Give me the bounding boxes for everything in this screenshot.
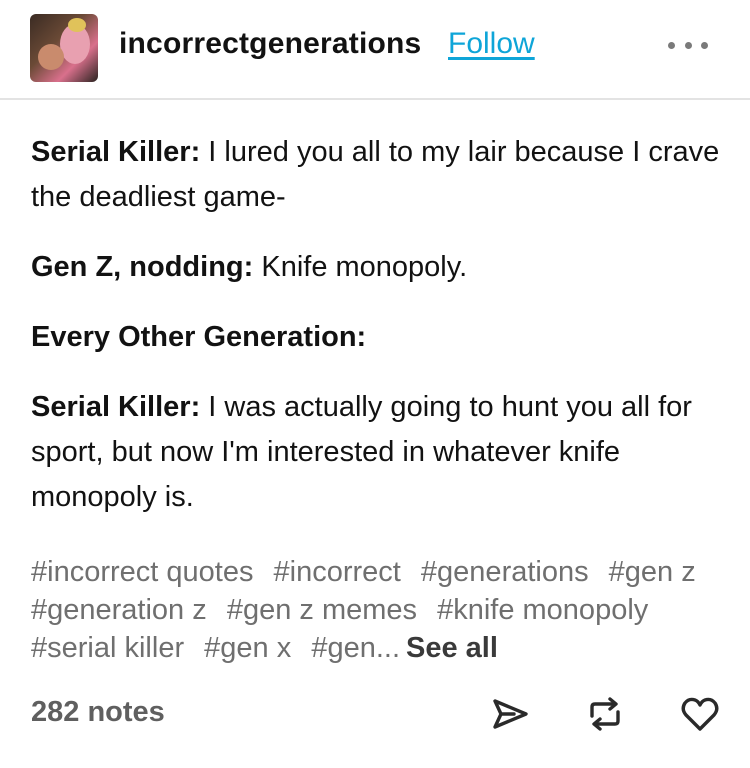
follow-button[interactable]: Follow [448, 27, 535, 61]
dialogue-line: Gen Z, nodding: Knife monopoly. [31, 245, 721, 290]
dot [668, 41, 675, 49]
dot [701, 41, 708, 49]
post-header: incorrectgenerations Follow [0, 0, 750, 100]
speaker-label: Every Other Generation: [31, 321, 367, 353]
tag-link[interactable]: #gen z [609, 556, 696, 588]
dialogue-text: Knife monopoly. [253, 251, 468, 283]
tumblr-post: incorrectgenerations Follow Serial Kille… [0, 0, 750, 768]
tag-link[interactable]: #generations [421, 556, 589, 588]
avatar-shape [68, 18, 86, 32]
speaker-label: Serial Killer: [31, 391, 201, 423]
dialogue-line: Serial Killer: I lured you all to my lai… [31, 130, 721, 220]
tag-link[interactable]: #serial killer [31, 632, 184, 664]
tag-link[interactable]: #gen x [204, 632, 291, 664]
more-horizontal-icon[interactable] [668, 32, 708, 58]
see-all-tags-button[interactable]: See all [406, 632, 498, 664]
tag-link[interactable]: #gen z memes [227, 594, 417, 626]
dialogue-line: Serial Killer: I was actually going to h… [31, 385, 721, 520]
share-icon[interactable] [490, 694, 530, 734]
like-heart-icon[interactable] [680, 694, 720, 734]
tag-link[interactable]: #knife monopoly [437, 594, 648, 626]
speaker-label: Serial Killer: [31, 136, 201, 168]
blog-name-link[interactable]: incorrectgenerations [119, 27, 421, 61]
speaker-label: Gen Z, nodding: [31, 251, 254, 283]
reblog-icon[interactable] [585, 694, 625, 734]
blog-avatar[interactable] [30, 14, 98, 82]
tag-link[interactable]: #generation z [31, 594, 207, 626]
tag-link[interactable]: #gen... [311, 632, 400, 664]
dot [684, 41, 692, 49]
avatar-shape [38, 44, 64, 70]
notes-count[interactable]: 282 notes [31, 696, 165, 729]
tag-link[interactable]: #incorrect [274, 556, 401, 588]
tag-link[interactable]: #incorrect quotes [31, 556, 253, 588]
post-body: Serial Killer: I lured you all to my lai… [31, 130, 721, 545]
dialogue-line: Every Other Generation: [31, 315, 721, 360]
tag-list: #incorrect quotes #incorrect #generation… [31, 553, 721, 667]
